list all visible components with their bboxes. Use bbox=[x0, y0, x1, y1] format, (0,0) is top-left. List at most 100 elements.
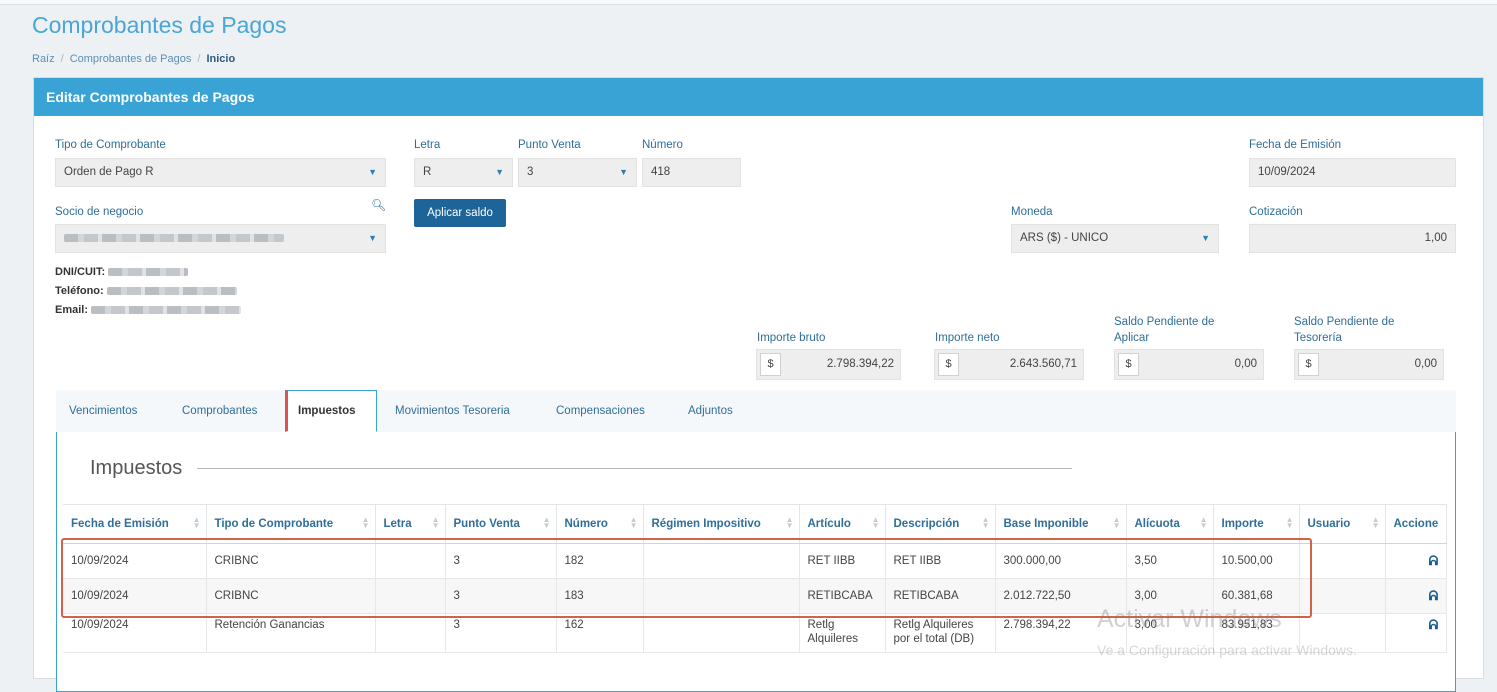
numero-field[interactable]: 418 bbox=[642, 158, 741, 187]
sort-icon: ▲ ▼ bbox=[1112, 515, 1121, 530]
breadcrumb: Raíz / Comprobantes de Pagos / Inicio bbox=[32, 53, 235, 65]
header-label: Punto Venta bbox=[453, 518, 520, 530]
column-header[interactable]: Descripción ▲ ▼ bbox=[885, 504, 996, 544]
sort-icon: ▲ ▼ bbox=[192, 515, 201, 530]
moneda-select[interactable]: ARS ($) - UNICO ▼ bbox=[1011, 224, 1219, 253]
table-cell: Retención Ganancias bbox=[206, 613, 376, 653]
redacted-telefono bbox=[106, 287, 237, 296]
chevron-down-icon: ▼ bbox=[1201, 233, 1210, 243]
tab-vencimientos[interactable]: Vencimientos bbox=[69, 390, 137, 432]
column-header[interactable]: Importe ▲ ▼ bbox=[1213, 504, 1300, 544]
importe-bruto-field[interactable]: $2.798.394,22 bbox=[756, 349, 901, 380]
table-cell: RETIBCABA bbox=[885, 578, 996, 614]
panel-header: Editar Comprobantes de Pagos bbox=[34, 78, 1483, 116]
page-title: Comprobantes de Pagos bbox=[32, 12, 287, 38]
currency-addon: $ bbox=[1298, 353, 1319, 376]
column-header[interactable]: Artículo ▲ ▼ bbox=[799, 504, 886, 544]
letra-select[interactable]: R ▼ bbox=[414, 158, 513, 187]
header-label: Accione bbox=[1393, 518, 1439, 530]
breadcrumb-section[interactable]: Comprobantes de Pagos bbox=[70, 53, 192, 65]
sort-icon: ▲ ▼ bbox=[1285, 515, 1294, 530]
header-label: Usuario bbox=[1307, 518, 1351, 530]
column-header[interactable]: Usuario ▲ ▼ bbox=[1299, 504, 1386, 544]
tab-adjuntos[interactable]: Adjuntos bbox=[688, 390, 733, 432]
sort-icon: ▲ ▼ bbox=[785, 515, 794, 530]
edit-panel: Editar Comprobantes de Pagos Tipo de Com… bbox=[33, 77, 1484, 692]
importe-neto-label: Importe neto bbox=[935, 332, 1000, 344]
socio-negocio-label: Socio de negocio bbox=[55, 206, 144, 218]
socio-negocio-select[interactable]: ▼ bbox=[55, 224, 386, 253]
header-label: Importe bbox=[1221, 518, 1264, 530]
column-header[interactable]: Alícuota ▲ ▼ bbox=[1126, 504, 1214, 544]
table-cell: 183 bbox=[556, 578, 644, 614]
activate-windows-subtext: Ve a Configuración para activar Windows. bbox=[1097, 642, 1357, 658]
header-label: Artículo bbox=[807, 518, 851, 530]
email-label: Email: bbox=[55, 304, 89, 316]
table-cell: Retlg Alquileres bbox=[799, 613, 886, 653]
column-header: Accione bbox=[1385, 504, 1448, 544]
currency-addon: $ bbox=[938, 353, 959, 376]
fecha-emision-field[interactable]: 10/09/2024 bbox=[1249, 158, 1456, 187]
column-header[interactable]: Fecha de Emisión ▲ ▼ bbox=[63, 504, 207, 544]
sort-icon: ▲ ▼ bbox=[629, 515, 638, 530]
saldo-pendiente-aplicar-label: Saldo Pendiente de Aplicar bbox=[1114, 316, 1214, 348]
column-header[interactable]: Tipo de Comprobante ▲ ▼ bbox=[206, 504, 376, 544]
search-icon[interactable]: 🔍︎ bbox=[371, 198, 386, 212]
column-header[interactable]: Número ▲ ▼ bbox=[556, 504, 644, 544]
tipo-comprobante-select[interactable]: Orden de Pago R ▼ bbox=[55, 158, 386, 187]
tab-impuestos[interactable]: Impuestos bbox=[285, 390, 377, 432]
numero-label: Número bbox=[642, 139, 683, 151]
header-label: Letra bbox=[383, 518, 412, 530]
letra-value: R bbox=[423, 166, 432, 178]
table-cell: 182 bbox=[556, 543, 644, 579]
dni-cuit-row: DNI/CUIT: bbox=[55, 266, 189, 278]
tab-movimientos-tesoreria[interactable]: Movimientos Tesoreria bbox=[395, 390, 510, 432]
table-row[interactable]: 10/09/2024 CRIBNC 3 182 RET IIBB RET IIB… bbox=[63, 543, 1448, 579]
binoculars-icon[interactable]: ᕱ bbox=[1429, 553, 1439, 568]
sort-icon: ▲ ▼ bbox=[981, 515, 990, 530]
aplicar-saldo-button[interactable]: Aplicar saldo bbox=[414, 199, 506, 227]
tab-compensaciones[interactable]: Compensaciones bbox=[556, 390, 645, 432]
header-label: Descripción bbox=[893, 518, 960, 530]
binoculars-icon[interactable]: ᕱ bbox=[1429, 588, 1439, 603]
sort-icon: ▲ ▼ bbox=[361, 515, 370, 530]
breadcrumb-root[interactable]: Raíz bbox=[32, 53, 55, 65]
table-cell: 3,50 bbox=[1126, 543, 1214, 579]
column-header[interactable]: Base Imponible ▲ ▼ bbox=[995, 504, 1127, 544]
table-cell: RET IIBB bbox=[799, 543, 886, 579]
currency-addon: $ bbox=[1118, 353, 1139, 376]
importe-neto-field[interactable]: $2.643.560,71 bbox=[934, 349, 1084, 380]
saldo-pendiente-aplicar-value: 0,00 bbox=[1234, 358, 1257, 370]
header-label: Alícuota bbox=[1134, 518, 1180, 530]
table-cell bbox=[643, 613, 800, 653]
punto-venta-select[interactable]: 3 ▼ bbox=[518, 158, 637, 187]
column-header[interactable]: Régimen Impositivo ▲ ▼ bbox=[643, 504, 800, 544]
breadcrumb-separator: / bbox=[197, 53, 201, 65]
column-header[interactable]: Punto Venta ▲ ▼ bbox=[445, 504, 557, 544]
telefono-row: Teléfono: bbox=[55, 285, 237, 297]
saldo-pendiente-aplicar-field[interactable]: $0,00 bbox=[1114, 349, 1264, 380]
label-line: Tesorería bbox=[1294, 332, 1342, 344]
chevron-down-icon: ▼ bbox=[368, 167, 377, 177]
telefono-label: Teléfono: bbox=[55, 285, 104, 297]
binoculars-icon[interactable]: ᕱ bbox=[1429, 617, 1439, 632]
punto-venta-value: 3 bbox=[527, 166, 534, 178]
table-header-row: Fecha de Emisión ▲ ▼ Tipo de Comprobante ▲ ▼… bbox=[63, 504, 1448, 544]
label-line: Aplicar bbox=[1114, 332, 1150, 344]
tab-bar: Vencimientos Comprobantes Impuestos Movi… bbox=[56, 390, 1456, 433]
importe-bruto-value: 2.798.394,22 bbox=[826, 358, 894, 370]
numero-value: 418 bbox=[651, 166, 671, 178]
activate-windows-watermark: Activar Windows bbox=[1097, 605, 1282, 633]
sort-icon: ▲ ▼ bbox=[871, 515, 880, 530]
saldo-pendiente-tesoreria-field[interactable]: $0,00 bbox=[1294, 349, 1444, 380]
tab-comprobantes[interactable]: Comprobantes bbox=[182, 390, 257, 432]
cotizacion-field[interactable]: 1,00 bbox=[1249, 224, 1456, 253]
sort-icon: ▲ ▼ bbox=[542, 515, 551, 530]
column-header[interactable]: Letra ▲ ▼ bbox=[375, 504, 446, 544]
impuestos-legend: Impuestos bbox=[90, 457, 183, 479]
breadcrumb-separator: / bbox=[60, 53, 64, 65]
table-cell bbox=[643, 543, 800, 579]
redacted-socio bbox=[64, 233, 284, 242]
currency-addon: $ bbox=[760, 353, 781, 376]
table-cell: 3 bbox=[445, 578, 557, 614]
